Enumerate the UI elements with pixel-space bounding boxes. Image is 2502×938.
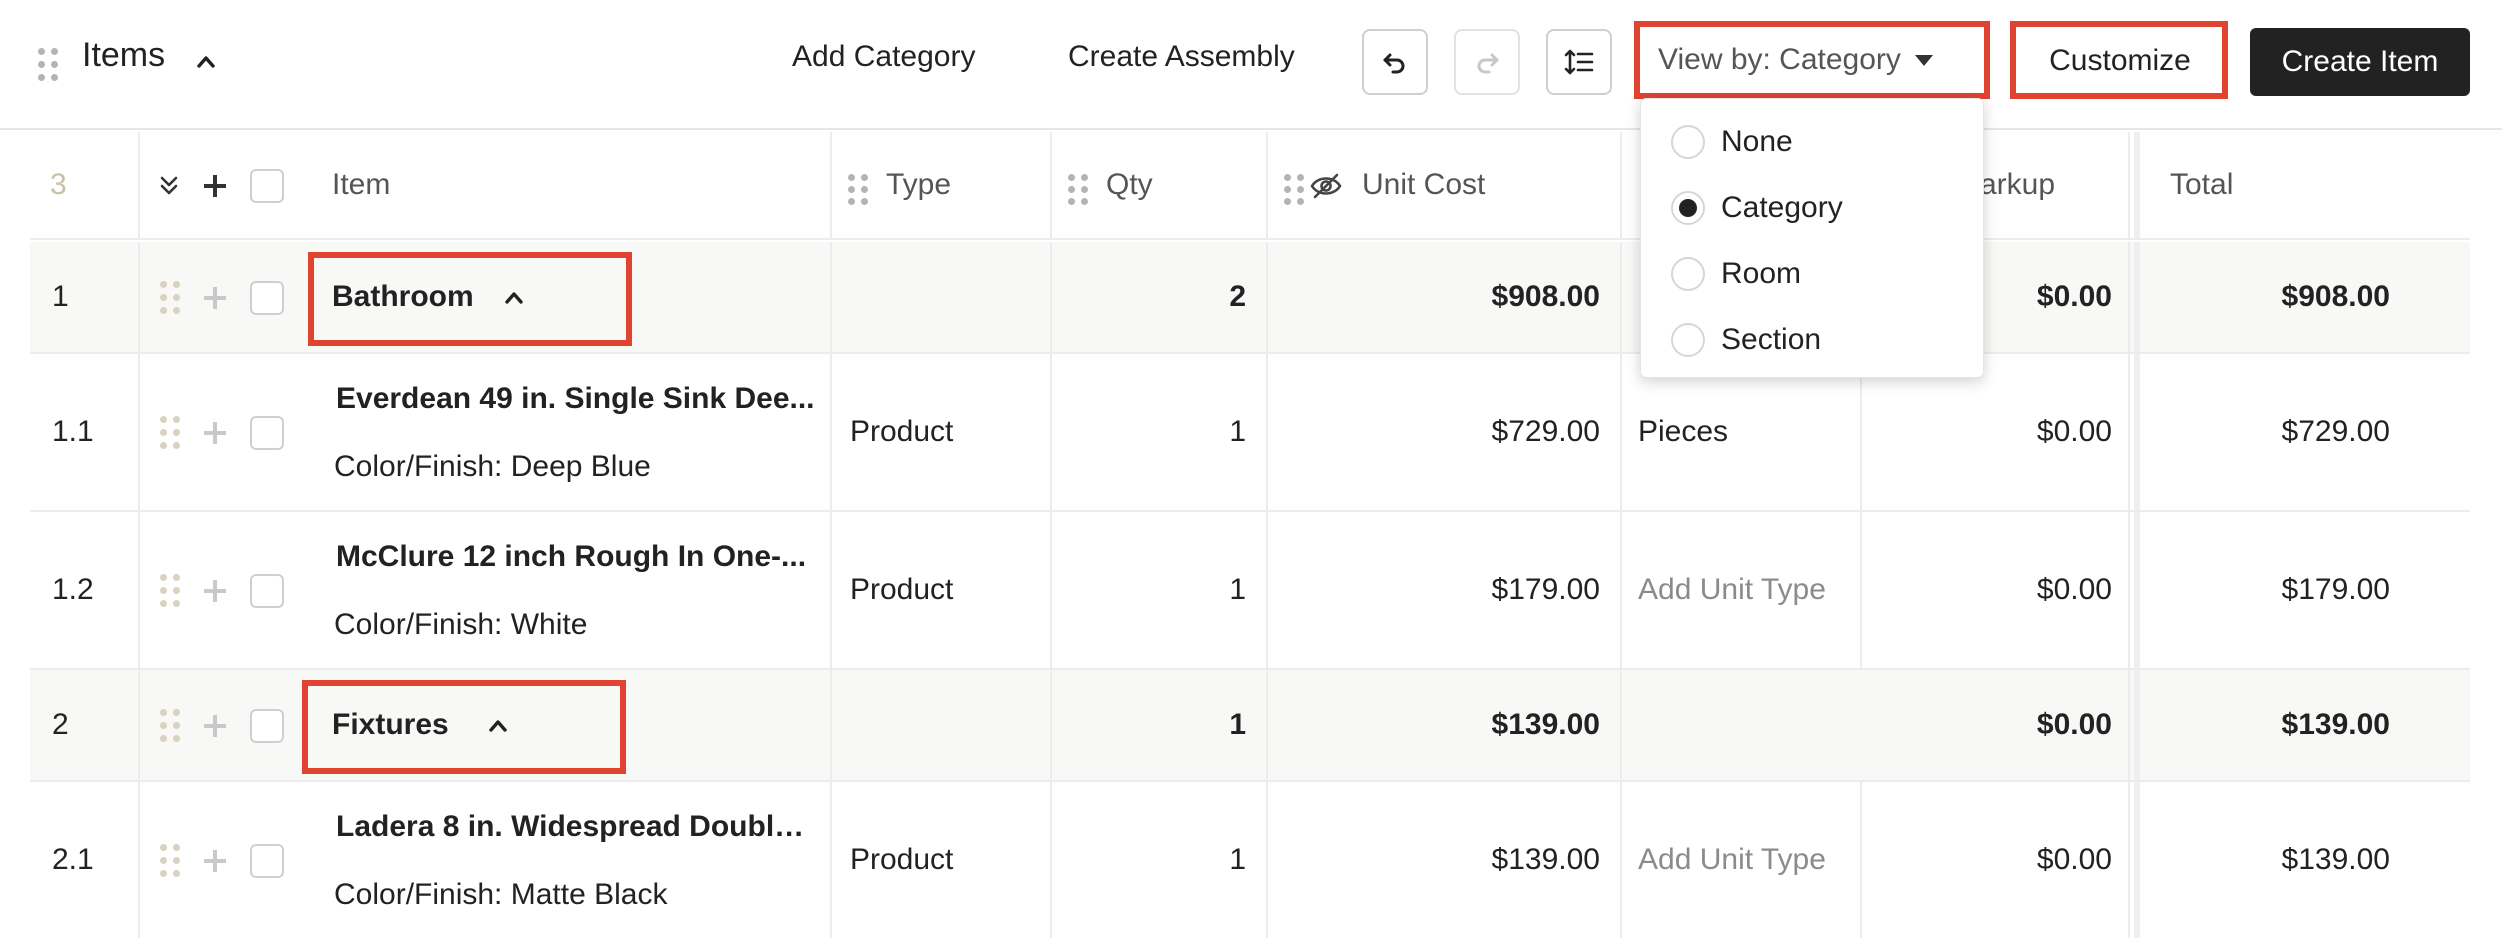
drag-handle-icon[interactable] bbox=[160, 574, 180, 607]
table-row[interactable]: 1.2 McClure 12 inch Rough In One-... Col… bbox=[30, 512, 2470, 670]
item-variant: Color/Finish: Deep Blue bbox=[334, 450, 651, 483]
option-label: None bbox=[1721, 125, 1793, 158]
add-unit-type-placeholder[interactable]: Add Unit Type bbox=[1638, 512, 1826, 668]
qty-value[interactable]: 1 bbox=[1070, 782, 1246, 938]
unit-cost-value[interactable]: $179.00 bbox=[1286, 512, 1600, 668]
undo-icon bbox=[1383, 53, 1405, 74]
table-header-row: 3 Item Type Qty Unit Cost arkup Total bbox=[30, 132, 2470, 240]
toolbar: Items Add Category Create Assembly View … bbox=[0, 0, 2502, 130]
row-height-button[interactable] bbox=[1546, 29, 1612, 95]
radio-button-selected[interactable] bbox=[1671, 191, 1705, 225]
create-item-button[interactable]: Create Item bbox=[2250, 28, 2470, 96]
eye-off-icon[interactable] bbox=[1310, 172, 1342, 200]
undo-button[interactable] bbox=[1362, 29, 1428, 95]
category-highlight bbox=[302, 680, 626, 774]
item-variant: Color/Finish: Matte Black bbox=[334, 878, 668, 911]
radio-button[interactable] bbox=[1671, 323, 1705, 357]
drag-handle-icon[interactable] bbox=[160, 281, 180, 314]
row-checkbox[interactable] bbox=[250, 416, 284, 450]
unit-cost-value: $908.00 bbox=[1491, 280, 1600, 313]
table-row[interactable]: 2.1 Ladera 8 in. Widespread Double ... C… bbox=[30, 782, 2470, 938]
row-number: 1.2 bbox=[52, 573, 94, 606]
add-icon[interactable] bbox=[204, 850, 226, 872]
markup-value[interactable]: $0.00 bbox=[1860, 782, 2112, 938]
add-icon[interactable] bbox=[204, 715, 226, 737]
customize-highlight bbox=[2010, 21, 2228, 99]
option-label: Category bbox=[1721, 191, 1843, 224]
add-icon[interactable] bbox=[204, 580, 226, 602]
row-number: 1.1 bbox=[52, 415, 94, 448]
radio-button[interactable] bbox=[1671, 125, 1705, 159]
total-value: $729.00 bbox=[2281, 415, 2390, 448]
item-name[interactable]: Ladera 8 in. Widespread Double ... bbox=[336, 810, 820, 844]
view-by-dropdown: None Category Room Section bbox=[1640, 98, 1984, 378]
qty-value[interactable]: 1 bbox=[1070, 512, 1246, 668]
add-category-button[interactable]: Add Category bbox=[792, 40, 975, 74]
chevron-up-icon[interactable] bbox=[196, 52, 216, 72]
qty-value: 2 bbox=[1229, 280, 1246, 313]
row-number: 2 bbox=[52, 708, 69, 741]
page-title: Items bbox=[82, 36, 166, 74]
radio-button[interactable] bbox=[1671, 257, 1705, 291]
add-icon[interactable] bbox=[204, 287, 226, 309]
line-height-icon bbox=[1564, 49, 1594, 75]
table-row[interactable]: 1.1 Everdean 49 in. Single Sink Dee... C… bbox=[30, 354, 2470, 512]
add-icon[interactable] bbox=[204, 175, 226, 197]
column-header-qty[interactable]: Qty bbox=[1106, 132, 1153, 238]
option-label: Section bbox=[1721, 323, 1822, 356]
add-unit-type-placeholder[interactable]: Add Unit Type bbox=[1638, 782, 1826, 938]
category-highlight bbox=[308, 252, 632, 346]
item-variant: Color/Finish: White bbox=[334, 608, 588, 641]
drag-handle-icon[interactable] bbox=[1068, 174, 1088, 205]
total-value: $139.00 bbox=[2281, 843, 2390, 876]
redo-icon bbox=[1477, 53, 1499, 74]
drag-handle-icon[interactable] bbox=[160, 844, 180, 877]
total-value: $908.00 bbox=[2281, 280, 2390, 313]
view-by-option-section[interactable]: Section bbox=[1641, 307, 1985, 373]
column-header-markup[interactable]: arkup bbox=[1980, 132, 2055, 238]
item-name[interactable]: Everdean 49 in. Single Sink Dee... bbox=[336, 382, 820, 416]
total-value: $179.00 bbox=[2281, 573, 2390, 606]
redo-button[interactable] bbox=[1454, 29, 1520, 95]
unit-cost-value[interactable]: $729.00 bbox=[1286, 354, 1600, 510]
drag-handle-icon[interactable] bbox=[1284, 174, 1304, 205]
view-by-option-category[interactable]: Category bbox=[1641, 175, 1985, 241]
row-checkbox[interactable] bbox=[250, 844, 284, 878]
markup-value: $0.00 bbox=[2036, 708, 2112, 741]
type-value[interactable]: Product bbox=[850, 782, 953, 938]
unit-cost-value: $139.00 bbox=[1491, 708, 1600, 741]
view-by-highlight bbox=[1634, 21, 1990, 99]
collapse-all-icon[interactable] bbox=[158, 172, 180, 198]
drag-handle-icon[interactable] bbox=[848, 174, 868, 205]
option-label: Room bbox=[1721, 257, 1802, 290]
column-header-item[interactable]: Item bbox=[332, 132, 390, 238]
qty-value: 1 bbox=[1229, 708, 1246, 741]
select-all-checkbox[interactable] bbox=[250, 169, 284, 203]
drag-handle-icon[interactable] bbox=[160, 416, 180, 449]
column-header-unit-cost[interactable]: Unit Cost bbox=[1362, 132, 1485, 238]
unit-cost-value[interactable]: $139.00 bbox=[1286, 782, 1600, 938]
create-assembly-button[interactable]: Create Assembly bbox=[1068, 40, 1295, 74]
total-value: $139.00 bbox=[2281, 708, 2390, 741]
markup-value[interactable]: $0.00 bbox=[1860, 512, 2112, 668]
row-number: 2.1 bbox=[52, 843, 94, 876]
column-header-type[interactable]: Type bbox=[886, 132, 951, 238]
add-icon[interactable] bbox=[204, 422, 226, 444]
row-checkbox[interactable] bbox=[250, 574, 284, 608]
row-number: 1 bbox=[52, 280, 69, 313]
type-value[interactable]: Product bbox=[850, 354, 953, 510]
row-checkbox[interactable] bbox=[250, 709, 284, 743]
row-checkbox[interactable] bbox=[250, 281, 284, 315]
view-by-option-none[interactable]: None bbox=[1641, 109, 1985, 175]
type-value[interactable]: Product bbox=[850, 512, 953, 668]
drag-handle-icon[interactable] bbox=[160, 709, 180, 742]
drag-handle-icon[interactable] bbox=[38, 48, 58, 81]
row-count: 3 bbox=[50, 168, 67, 201]
qty-value[interactable]: 1 bbox=[1070, 354, 1246, 510]
view-by-option-room[interactable]: Room bbox=[1641, 241, 1985, 307]
column-header-total[interactable]: Total bbox=[2170, 132, 2233, 238]
item-name[interactable]: McClure 12 inch Rough In One-... bbox=[336, 540, 820, 574]
